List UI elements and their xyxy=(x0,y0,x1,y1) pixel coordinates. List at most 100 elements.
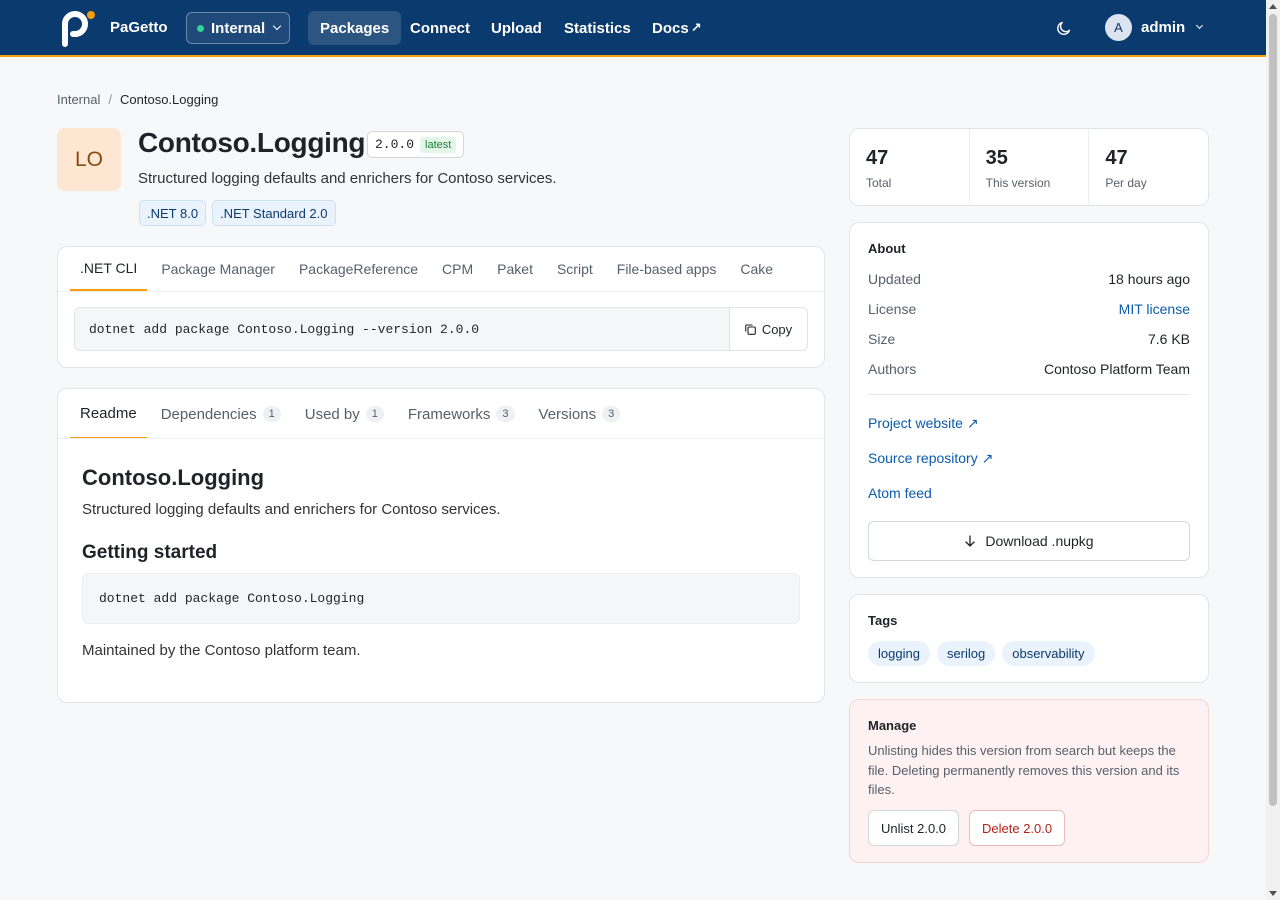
scrollbar-thumb[interactable] xyxy=(1269,14,1277,806)
nav-upload[interactable]: Upload xyxy=(479,11,554,45)
pagetto-logo-icon[interactable] xyxy=(62,10,98,48)
nav-docs[interactable]: Docs ↗ xyxy=(640,11,714,45)
package-icon: LO xyxy=(57,128,121,191)
feed-selector-label: Internal xyxy=(211,19,266,37)
readme-paragraph: Maintained by the Contoso platform team. xyxy=(82,642,361,659)
scroll-down-arrow-icon[interactable] xyxy=(1269,891,1277,896)
download-button[interactable]: Download .nupkg xyxy=(868,521,1190,561)
about-card: About Updated 18 hours ago License MIT l… xyxy=(849,222,1209,578)
delete-button[interactable]: Delete 2.0.0 xyxy=(969,810,1066,846)
tab-versions[interactable]: Versions 3 xyxy=(529,389,631,439)
readme-heading: Contoso.Logging xyxy=(82,465,265,490)
brand-name[interactable]: PaGetto xyxy=(110,19,168,36)
breadcrumb: Internal / Contoso.Logging xyxy=(57,92,218,107)
tab-frameworks[interactable]: Frameworks 3 xyxy=(398,389,525,439)
feed-status-dot xyxy=(197,24,204,32)
about-row-updated: Updated 18 hours ago xyxy=(868,271,1190,287)
tags-card: Tags logging serilog observability xyxy=(849,594,1209,683)
framework-badge[interactable]: .NET Standard 2.0 xyxy=(212,200,336,226)
download-stats-card: 47 Total 35 This version 47 Per day xyxy=(849,128,1209,206)
readme-code: dotnet add package Contoso.Logging xyxy=(99,591,365,606)
about-heading: About xyxy=(868,241,906,256)
manage-heading: Manage xyxy=(868,718,917,733)
user-menu[interactable]: admin xyxy=(1141,19,1204,36)
tab-readme-label: Readme xyxy=(80,404,137,422)
tab-paket[interactable]: Paket xyxy=(487,247,543,291)
nav-connect-label: Connect xyxy=(410,19,470,37)
about-key: Authors xyxy=(868,361,917,377)
tab-cpm[interactable]: CPM xyxy=(432,247,483,291)
tab-package-manager[interactable]: Package Manager xyxy=(151,247,285,291)
nav-statistics[interactable]: Statistics xyxy=(552,11,643,45)
readme-subheading: Getting started xyxy=(82,542,218,563)
page-scrollbar[interactable] xyxy=(1266,0,1280,900)
user-avatar[interactable]: A xyxy=(1105,14,1132,41)
install-tabs: .NET CLI Package Manager PackageReferenc… xyxy=(70,247,787,291)
download-button-label: Download .nupkg xyxy=(985,533,1094,549)
top-navbar: PaGetto Internal Packages Connect Upload… xyxy=(0,0,1266,57)
count-badge: 3 xyxy=(496,406,515,422)
nav-upload-label: Upload xyxy=(491,19,542,37)
tag-chip[interactable]: logging xyxy=(868,641,930,666)
tab-script[interactable]: Script xyxy=(547,247,603,291)
detail-tabs: Readme Dependencies 1 Used by 1 Frameworks… xyxy=(70,389,634,439)
unlist-button[interactable]: Unlist 2.0.0 xyxy=(868,810,960,846)
nav-packages-label: Packages xyxy=(320,19,390,37)
framework-badges: .NET 8.0 .NET Standard 2.0 xyxy=(139,200,336,226)
tab-cake[interactable]: Cake xyxy=(730,247,783,291)
stat-label: This version xyxy=(985,176,1051,190)
moon-icon[interactable] xyxy=(1056,20,1072,36)
tag-chip[interactable]: observability xyxy=(1002,641,1095,666)
divider xyxy=(58,438,824,439)
tag-chip[interactable]: serilog xyxy=(936,641,996,666)
about-row-authors: Authors Contoso Platform Team xyxy=(868,361,1190,377)
scroll-up-arrow-icon[interactable] xyxy=(1269,4,1277,9)
tags-heading: Tags xyxy=(868,613,898,628)
tab-dependencies[interactable]: Dependencies 1 xyxy=(151,389,291,439)
about-key: License xyxy=(868,301,917,317)
nav-statistics-label: Statistics xyxy=(564,19,631,37)
tab-package-reference[interactable]: PackageReference xyxy=(289,247,428,291)
latest-badge: latest xyxy=(420,136,457,153)
nav-connect[interactable]: Connect xyxy=(398,11,482,45)
about-key: Size xyxy=(868,331,896,347)
tab-dotnet-cli[interactable]: .NET CLI xyxy=(70,247,148,291)
project-website-link[interactable]: Project website ↗ xyxy=(868,415,979,432)
nav-docs-label: Docs xyxy=(652,19,689,37)
framework-badge[interactable]: .NET 8.0 xyxy=(139,200,207,226)
divider xyxy=(868,394,1190,395)
chevron-down-icon xyxy=(1196,21,1204,30)
breadcrumb-separator: / xyxy=(108,92,112,107)
atom-feed-link[interactable]: Atom feed xyxy=(868,485,932,501)
tab-versions-label: Versions xyxy=(538,405,597,423)
source-repository-link[interactable]: Source repository ↗ xyxy=(868,450,993,467)
tab-used-by[interactable]: Used by 1 xyxy=(295,389,394,439)
tab-used-by-label: Used by xyxy=(304,405,360,423)
breadcrumb-parent[interactable]: Internal xyxy=(57,92,100,107)
license-link[interactable]: MIT license xyxy=(1119,301,1190,317)
nav-packages[interactable]: Packages xyxy=(308,11,402,45)
stat-this-version: 35 This version xyxy=(970,129,1090,205)
tab-dependencies-label: Dependencies xyxy=(160,405,257,423)
tab-frameworks-label: Frameworks xyxy=(407,405,491,423)
external-link-icon: ↗ xyxy=(690,20,702,35)
stat-value: 47 xyxy=(1105,147,1128,169)
copy-icon xyxy=(744,323,756,335)
avatar-initial: A xyxy=(1114,20,1123,35)
version-selector[interactable]: 2.0.0 latest xyxy=(367,131,465,158)
count-badge: 1 xyxy=(262,406,281,422)
user-name-label: admin xyxy=(1141,19,1186,36)
about-value: Contoso Platform Team xyxy=(1043,361,1190,377)
package-description: Structured logging defaults and enricher… xyxy=(138,170,557,187)
readme-card: Readme Dependencies 1 Used by 1 Frameworks… xyxy=(57,388,825,703)
install-command[interactable]: dotnet add package Contoso.Logging --ver… xyxy=(89,322,479,337)
tab-readme[interactable]: Readme xyxy=(70,389,147,439)
tab-file-based-apps[interactable]: File-based apps xyxy=(607,247,727,291)
stat-value: 47 xyxy=(866,147,889,169)
stat-per-day: 47 Per day xyxy=(1089,129,1208,205)
copy-button[interactable]: Copy xyxy=(729,308,807,350)
readme-code-block: dotnet add package Contoso.Logging xyxy=(82,573,800,624)
feed-selector[interactable]: Internal xyxy=(186,12,290,44)
about-row-license: License MIT license xyxy=(868,301,1190,317)
about-row-size: Size 7.6 KB xyxy=(868,331,1190,347)
